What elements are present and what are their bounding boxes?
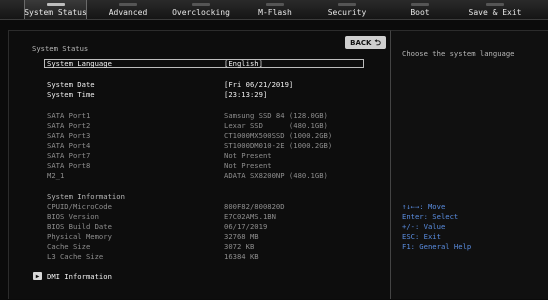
sata-port-value: Lexar SSD (480.1GB) [224,121,328,130]
info-label: CPUID/MicroCode [47,202,112,211]
system-date-value[interactable]: [Fri 06/21/2019] [224,80,293,89]
help-general: F1: General Help [402,242,472,251]
back-label: BACK [350,38,372,47]
system-information-title: System Information [47,192,125,201]
m-flash-icon [266,3,284,6]
overclocking-icon [192,3,210,6]
sata-port-value: Not Present [224,151,272,160]
system-time-value[interactable]: [23:13:29] [224,90,267,99]
sata-port-label: SATA Port4 [47,141,91,150]
info-value: 800F82/800820D [224,202,285,211]
help-panel [390,30,548,299]
sata-port-label: SATA Port7 [47,151,91,160]
help-exit: ESC: Exit [402,232,441,241]
m2-port-label: M2_1 [47,171,65,180]
tab-label: Boot [410,8,430,17]
tab-security[interactable]: Security [322,0,372,19]
sata-port-label: SATA Port1 [47,111,91,120]
tab-label: Overclocking [172,8,230,17]
tab-label: Save & Exit [468,8,522,17]
system-status-icon [46,3,65,6]
tab-boot[interactable]: Boot [400,0,440,19]
help-move: ↑↓←→: Move [402,202,446,211]
section-title: System Status [32,44,89,53]
sata-port-value: Not Present [224,161,272,170]
boot-icon [411,3,429,6]
system-language-value[interactable]: [English] [224,59,263,68]
info-label: BIOS Build Date [47,222,112,231]
sata-port-label: SATA Port3 [47,131,91,140]
info-value: E7C02AMS.1BN [224,212,276,221]
system-language-label[interactable]: System Language [47,59,112,68]
tab-label: M-Flash [258,8,292,17]
sata-port-value: CT1000MX500SSD (1000.2GB) [224,131,333,140]
submenu-arrow-icon[interactable]: ▶ [33,272,42,280]
info-label: L3 Cache Size [47,252,104,261]
tab-save-exit[interactable]: Save & Exit [460,0,530,19]
sata-port-label: SATA Port8 [47,161,91,170]
sata-port-value: Samsung SSD 84 (128.0GB) [224,111,328,120]
info-value: 06/17/2019 [224,222,268,231]
sata-port-value: ST1000DM010-2E (1000.2GB) [224,141,333,150]
sata-port-label: SATA Port2 [47,121,91,130]
tab-m-flash[interactable]: M-Flash [250,0,300,19]
system-date-label[interactable]: System Date [47,80,95,89]
help-value: +/-: Value [402,222,446,231]
back-button[interactable]: BACK ⮌ [345,36,386,49]
tab-label: Advanced [108,8,148,17]
tab-label: Security [327,8,367,17]
tab-overclocking[interactable]: Overclocking [168,0,234,19]
info-label: BIOS Version [47,212,99,221]
item-description: Choose the system language [402,49,515,58]
m2-port-value: ADATA SX8200NP (480.1GB) [224,171,328,180]
return-icon: ⮌ [374,37,381,47]
system-time-label[interactable]: System Time [47,90,95,99]
advanced-icon [119,3,137,6]
info-label: Physical Memory [47,232,112,241]
help-select: Enter: Select [402,212,459,221]
dmi-information-item[interactable]: DMI Information [47,272,112,281]
tab-system-status[interactable]: System Status [24,0,87,19]
save-exit-icon [486,3,504,6]
info-value: 3072 KB [224,242,255,251]
security-icon [338,3,356,6]
info-value: 16384 KB [224,252,259,261]
info-label: Cache Size [47,242,91,251]
tab-bar: System Status Advanced Overclocking M-Fl… [0,0,548,20]
info-value: 32768 MB [224,232,259,241]
tab-advanced[interactable]: Advanced [100,0,156,19]
tab-label: System Status [24,8,87,17]
